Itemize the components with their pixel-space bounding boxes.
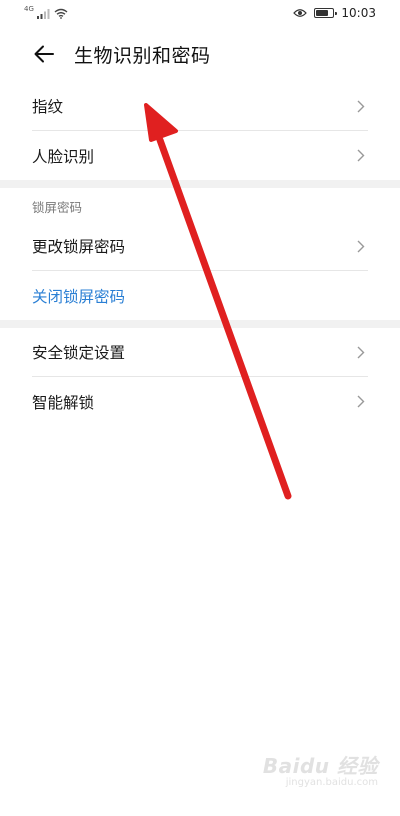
back-button[interactable]	[24, 34, 64, 74]
list-item-security-lock-settings[interactable]: 安全锁定设置	[32, 328, 368, 377]
network-type: 4G	[24, 5, 34, 13]
list-item-label: 更改锁屏密码	[32, 238, 126, 256]
section-divider	[0, 320, 400, 328]
page-title: 生物识别和密码	[74, 44, 211, 67]
list-item-change-lock-password[interactable]: 更改锁屏密码	[32, 222, 368, 271]
chevron-right-icon	[354, 99, 368, 113]
section-header-lock-password: 锁屏密码	[32, 200, 83, 215]
battery-icon	[314, 8, 337, 18]
list-item-label: 指纹	[32, 98, 64, 116]
status-right: 10:03	[293, 6, 376, 20]
settings-list: 指纹 人脸识别 锁屏密码 更改锁屏密码 关闭锁屏密码 安全锁定设置 智能解锁	[0, 82, 400, 426]
chevron-right-icon	[354, 149, 368, 163]
list-item-label: 关闭锁屏密码	[32, 287, 126, 306]
list-item-face-recognition[interactable]: 人脸识别	[32, 131, 368, 180]
chevron-right-icon	[354, 345, 368, 359]
list-item-label: 智能解锁	[32, 393, 95, 412]
status-bar: 4G 10:03	[0, 0, 400, 26]
signal-icon	[36, 8, 50, 19]
list-item-disable-lock-password[interactable]: 关闭锁屏密码	[32, 271, 368, 320]
section-divider	[0, 180, 400, 188]
wifi-icon	[54, 8, 68, 19]
arrow-left-icon	[34, 45, 54, 63]
list-item-smart-unlock[interactable]: 智能解锁	[32, 377, 368, 426]
chevron-right-icon	[354, 239, 368, 253]
list-item-label: 安全锁定设置	[32, 344, 126, 362]
chevron-right-icon	[354, 395, 368, 409]
watermark-url: jingyan.baidu.com	[285, 777, 378, 788]
battery-fill	[316, 10, 329, 16]
baidu-watermark: Baidu 经验 jingyan.baidu.com	[258, 750, 378, 806]
status-left: 4G	[24, 5, 68, 19]
clock: 10:03	[341, 6, 376, 20]
app-header: 生物识别和密码	[0, 26, 400, 82]
watermark-logo: Baidu 经验	[262, 754, 378, 778]
eye-icon	[293, 9, 308, 17]
settings-screen: 4G 10:03 生物识别和密码 指纹 人脸识别 锁屏密码 更改锁屏密码 关闭锁…	[0, 0, 400, 816]
list-item-fingerprint[interactable]: 指纹	[32, 82, 368, 131]
list-item-label: 人脸识别	[32, 147, 95, 166]
